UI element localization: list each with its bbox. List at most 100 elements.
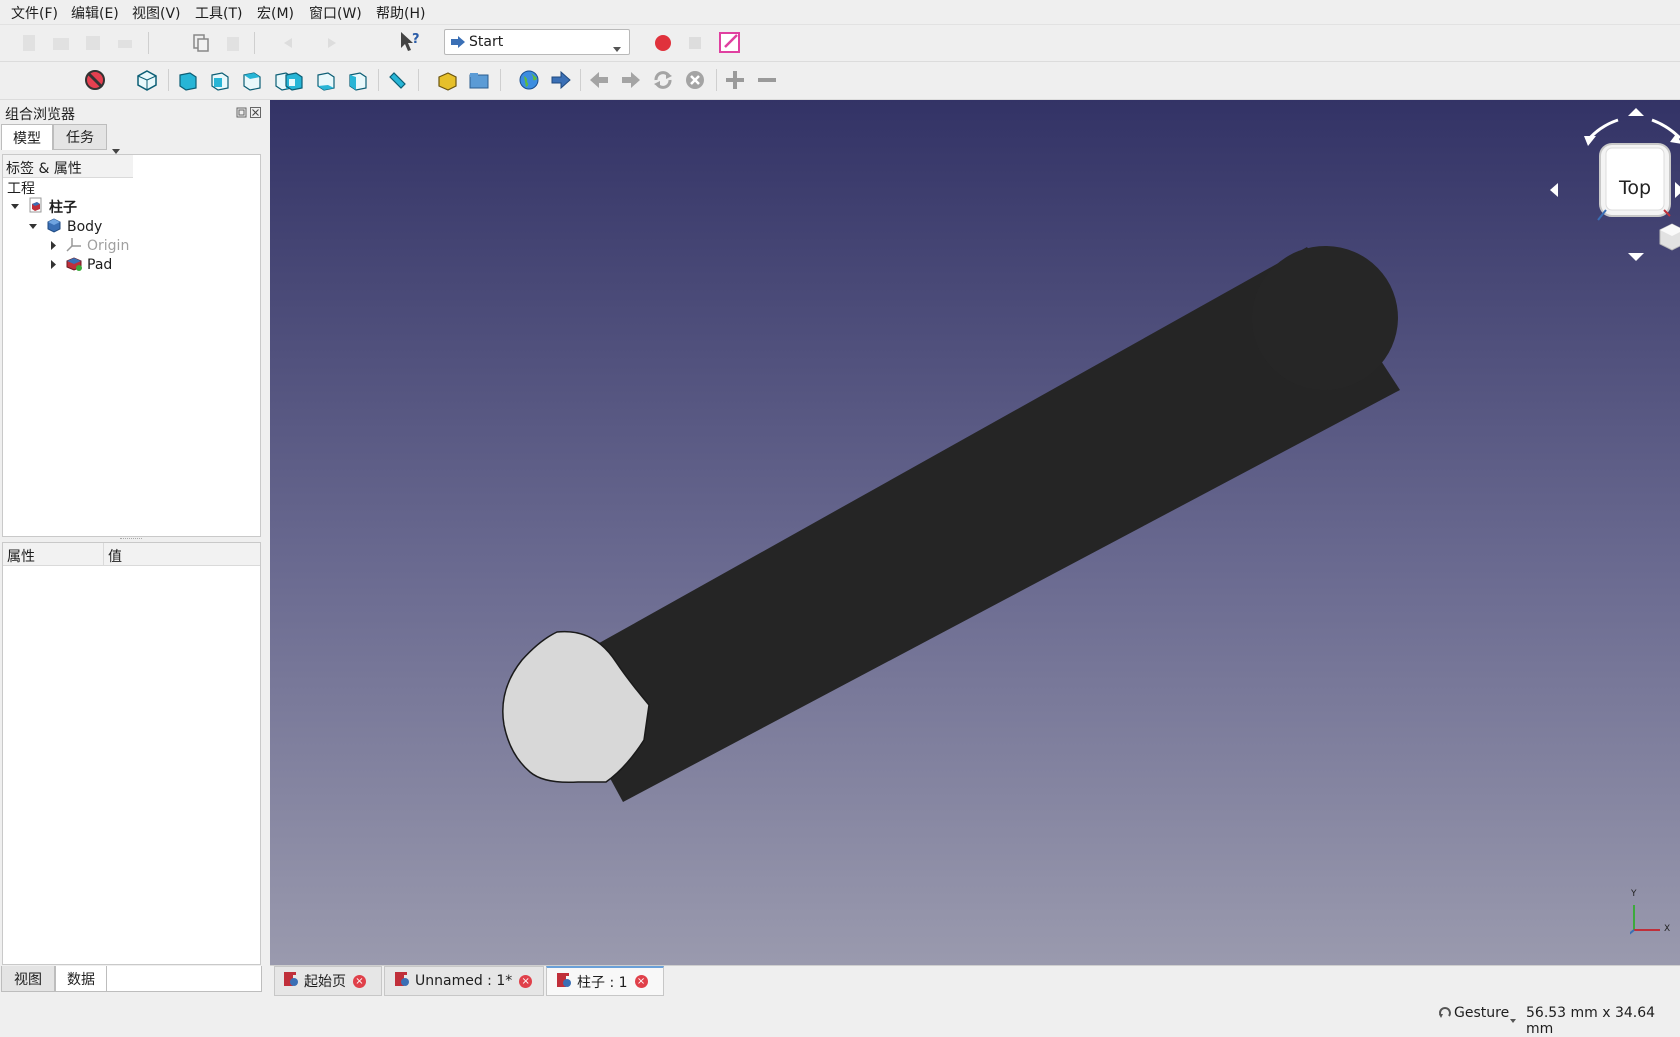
new-file-icon[interactable] xyxy=(18,32,40,54)
measure-icon[interactable] xyxy=(386,69,408,91)
draw-style-icon[interactable] xyxy=(84,69,106,91)
toolbar-separator xyxy=(580,69,581,91)
menu-file[interactable]: 文件(F) xyxy=(11,3,58,23)
create-group-icon[interactable] xyxy=(468,69,490,91)
tab-label: 模型 xyxy=(13,130,41,147)
record-macro-icon[interactable] xyxy=(652,32,674,54)
property-editor: 属性 值 xyxy=(2,542,261,965)
menu-tools[interactable]: 工具(T) xyxy=(195,3,242,23)
tree-item-origin[interactable]: Origin xyxy=(49,236,129,256)
splitter-handle[interactable] xyxy=(120,538,142,541)
combo-view-title: 组合浏览器 xyxy=(5,107,75,123)
print-icon[interactable] xyxy=(114,32,136,54)
menu-help[interactable]: 帮助(H) xyxy=(376,3,425,23)
tab-data[interactable]: 数据 xyxy=(55,966,107,992)
pad-icon xyxy=(66,255,82,275)
tree-root-label: 工程 xyxy=(7,181,35,197)
tree-item-pad[interactable]: Pad xyxy=(49,255,112,275)
doc-tab-pillar[interactable]: 柱子 : 1 × xyxy=(546,966,664,996)
navigation-cube[interactable]: Top xyxy=(1400,100,1680,265)
view-top-icon[interactable] xyxy=(240,69,262,91)
toolbar-separator xyxy=(716,69,717,91)
paste-icon[interactable] xyxy=(222,32,244,54)
freecad-icon xyxy=(557,972,571,991)
tab-label: 数据 xyxy=(67,971,95,988)
tab-label: 视图 xyxy=(14,971,42,988)
chevron-down-icon xyxy=(613,40,621,56)
column-header-property[interactable]: 属性 xyxy=(7,546,35,566)
chevron-down-icon[interactable] xyxy=(29,219,38,235)
doc-tab-label: 柱子 : 1 xyxy=(577,974,628,991)
axis-x-label: X xyxy=(1664,924,1671,934)
menu-view[interactable]: 视图(V) xyxy=(132,3,181,23)
workbench-selector[interactable]: Start xyxy=(444,29,630,55)
chevron-right-icon[interactable] xyxy=(49,257,58,273)
tree-item-label: 柱子 xyxy=(49,200,77,216)
view-left-icon[interactable] xyxy=(346,69,368,91)
create-part-icon[interactable] xyxy=(436,69,458,91)
arrow-right-icon xyxy=(451,36,465,52)
tree-header: 标签 & 属性 xyxy=(3,155,133,178)
chevron-down-icon[interactable] xyxy=(11,199,20,215)
axis-y-label: Y xyxy=(1631,889,1637,899)
toolbar-separator xyxy=(378,69,379,91)
whats-this-icon[interactable]: ? xyxy=(398,31,420,53)
navcube-face-label[interactable]: Top xyxy=(1619,177,1651,199)
chevron-right-icon[interactable] xyxy=(49,238,58,254)
toolbar-separator xyxy=(254,32,255,54)
view-toolbar xyxy=(0,62,1680,154)
column-header-value[interactable]: 值 xyxy=(108,546,122,566)
workbench-label: Start xyxy=(469,34,504,50)
close-icon[interactable] xyxy=(250,106,261,122)
zoom-in-icon[interactable] xyxy=(724,69,746,91)
view-iso-icon[interactable] xyxy=(176,69,198,91)
axis-cross: Y X xyxy=(1630,885,1680,955)
document-icon xyxy=(28,197,44,217)
stop-macro-icon[interactable] xyxy=(684,32,706,54)
doc-tab-unnamed[interactable]: Unnamed : 1* × xyxy=(384,966,544,996)
freecad-icon xyxy=(395,972,409,990)
3d-viewport[interactable]: Top Y X xyxy=(270,100,1680,965)
close-icon[interactable]: × xyxy=(634,975,648,988)
tab-label: 任务 xyxy=(66,130,94,146)
float-panel-icon[interactable] xyxy=(236,106,247,122)
menu-edit[interactable]: 编辑(E) xyxy=(71,3,119,23)
menu-macro[interactable]: 宏(M) xyxy=(257,3,294,23)
column-divider xyxy=(103,543,104,565)
close-icon[interactable]: × xyxy=(519,974,533,988)
doc-tab-start[interactable]: 起始页 × xyxy=(274,966,382,996)
redo-icon[interactable] xyxy=(320,32,342,54)
navigation-style-button[interactable]: Gesture xyxy=(1454,1005,1509,1021)
back-icon[interactable] xyxy=(588,69,610,91)
tab-model[interactable]: 模型 xyxy=(1,124,53,150)
menu-window[interactable]: 窗口(W) xyxy=(309,3,362,23)
view-front-icon[interactable] xyxy=(208,69,230,91)
view-dimensions: 56.53 mm x 34.64 mm xyxy=(1526,1005,1656,1037)
tree-item-body[interactable]: Body xyxy=(29,217,102,237)
save-icon[interactable] xyxy=(82,32,104,54)
toolbar-separator xyxy=(500,69,501,91)
close-icon[interactable]: × xyxy=(353,974,366,988)
edit-macro-icon[interactable] xyxy=(718,31,740,53)
view-rear-icon[interactable] xyxy=(282,69,304,91)
chevron-down-icon[interactable] xyxy=(1510,1011,1516,1027)
zoom-out-icon[interactable] xyxy=(756,69,778,91)
copy-icon[interactable] xyxy=(190,32,212,54)
navigation-style-icon xyxy=(1438,1006,1452,1024)
stop-icon[interactable] xyxy=(684,69,706,91)
tab-view[interactable]: 视图 xyxy=(1,966,55,992)
arrow-right-icon[interactable] xyxy=(550,69,572,91)
undo-icon[interactable] xyxy=(278,32,300,54)
menu-bar: 文件(F) 编辑(E) 视图(V) 工具(T) 宏(M) 窗口(W) 帮助(H) xyxy=(0,0,1680,25)
web-home-icon[interactable] xyxy=(518,69,540,91)
refresh-icon[interactable] xyxy=(652,69,674,91)
open-file-icon[interactable] xyxy=(50,32,72,54)
tree-item-document[interactable]: 柱子 xyxy=(11,197,77,217)
property-header: 属性 值 xyxy=(3,543,260,566)
doc-tab-label: Unnamed : 1* xyxy=(415,973,513,989)
fit-all-icon[interactable] xyxy=(136,69,158,91)
view-bottom-icon[interactable] xyxy=(314,69,336,91)
tab-tasks[interactable]: 任务 xyxy=(53,124,107,150)
forward-icon[interactable] xyxy=(620,69,642,91)
svg-text:?: ? xyxy=(412,32,420,47)
